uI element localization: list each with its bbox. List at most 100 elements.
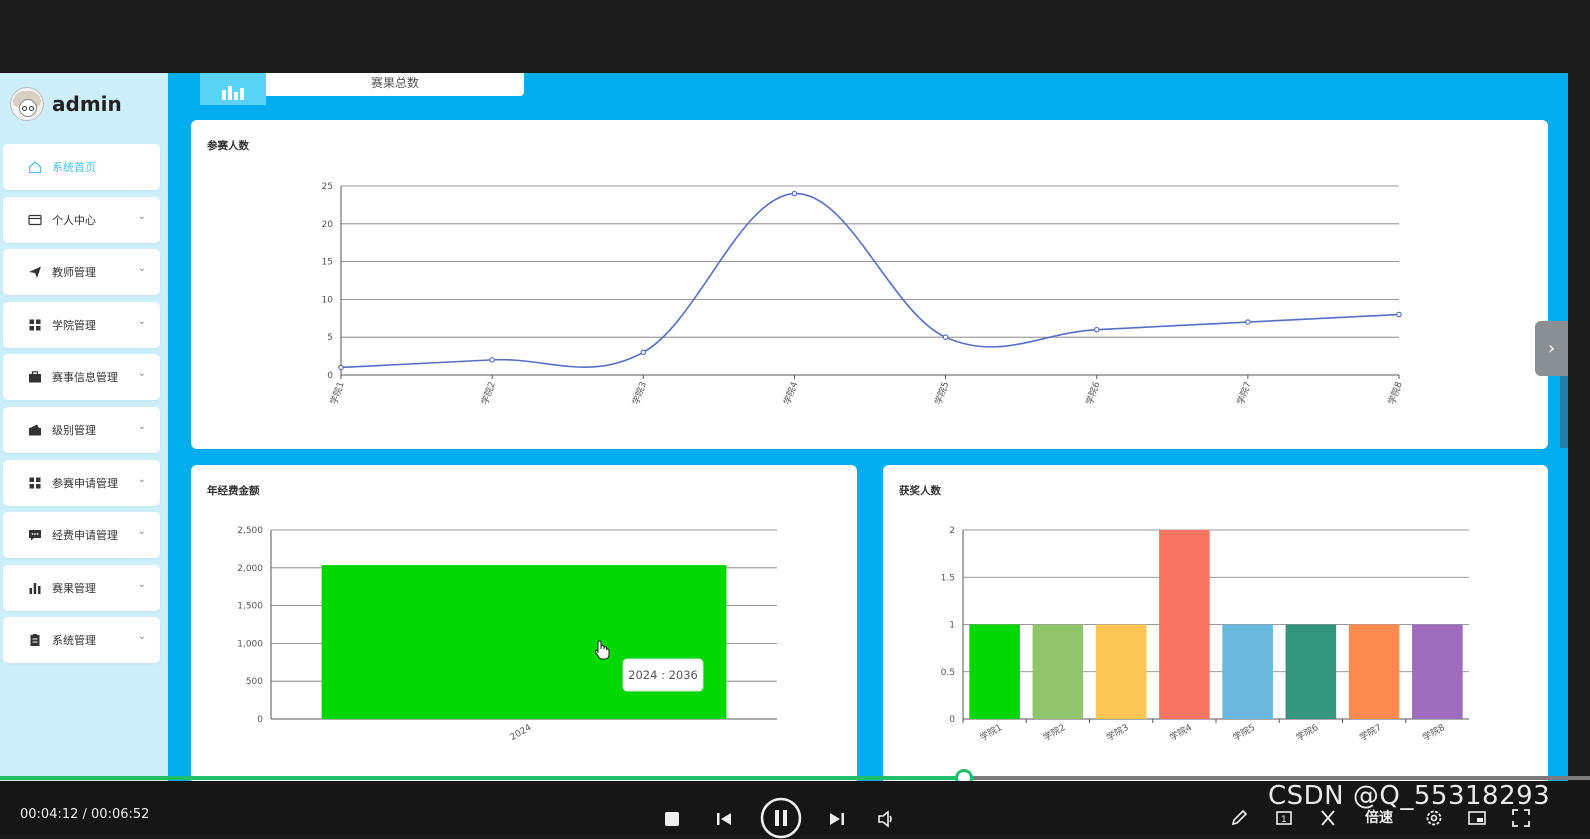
chevron-down-icon: ⌄ (137, 315, 146, 327)
bar (321, 565, 727, 719)
loop-icon: 1 (1276, 811, 1292, 825)
y-tick-label: 0.5 (941, 668, 955, 678)
sidebar-item-8[interactable]: 经费申请管理 ⌄ (3, 512, 160, 559)
next-icon (830, 813, 844, 825)
stop-icon (665, 812, 679, 826)
bar (1285, 624, 1337, 719)
grid-icon (27, 317, 43, 333)
y-tick-label: 20 (322, 220, 334, 230)
sidebar-item-2[interactable]: 个人中心 ⌄ (3, 196, 160, 243)
sidebar-item-label: 参赛申请管理 (52, 476, 118, 490)
wallet-icon (27, 422, 43, 438)
bar (1159, 530, 1210, 719)
x-tick-label: 学院7 (1357, 721, 1384, 743)
y-tick-label: 2 (949, 526, 955, 536)
bar-chart-icon (222, 86, 244, 100)
sidebar-item-7[interactable]: 参赛申请管理 ⌄ (3, 459, 160, 506)
x-tick-label: 学院8 (1420, 721, 1447, 743)
sidebar-item-3[interactable]: 教师管理 ⌄ (3, 249, 160, 296)
x-tick-label: 学院1 (978, 721, 1005, 743)
sidebar-item-10[interactable]: 系统管理 ⌄ (3, 617, 160, 664)
x-tick-label: 学院6 (1294, 721, 1321, 743)
x-tick-label: 学院5 (932, 380, 951, 406)
pause-icon (760, 797, 802, 839)
brand: admin (10, 87, 122, 121)
picture-in-picture-icon (1468, 811, 1486, 825)
x-tick-label: 学院1 (327, 380, 346, 406)
data-point (338, 364, 344, 371)
x-tick-label: 2024 (509, 723, 534, 743)
previous-icon (717, 813, 731, 825)
y-tick-label: 0 (327, 371, 333, 381)
data-point (1093, 326, 1100, 333)
admin-app: admin 系统首页 个人中心 ⌄ 教师管理 ⌄ 学院管理 ⌄ 赛事信息管理 ⌄ 级别管理 ⌄ 参赛申… (0, 73, 1568, 781)
previous-button[interactable] (714, 809, 734, 829)
pen-button[interactable] (1228, 807, 1250, 829)
svg-text:1: 1 (1281, 815, 1287, 825)
sidebar-item-9[interactable]: 赛果管理 ⌄ (3, 564, 160, 611)
series-line (340, 192, 1400, 369)
sidebar-item-label: 学院管理 (52, 318, 96, 332)
sidebar-item-5[interactable]: 赛事信息管理 ⌄ (3, 354, 160, 401)
message-icon (27, 527, 43, 543)
y-tick-label: 5 (327, 333, 333, 343)
y-tick-label: 1 (949, 621, 955, 631)
chevron-down-icon: ⌄ (137, 526, 146, 538)
bar-chart-funding: 0 500 1,000 1,500 2,000 2,500 2024 2024 : 2036 (237, 526, 777, 743)
stop-button[interactable] (664, 811, 680, 827)
grid-icon (27, 475, 43, 491)
briefcase-icon (27, 369, 43, 385)
y-tick-label: 0 (949, 715, 955, 725)
bar (1032, 624, 1084, 719)
x-tick-label: 学院4 (1167, 721, 1194, 743)
bar-chart-icon (27, 580, 43, 596)
chevron-down-icon: ⌄ (137, 420, 146, 432)
volume-icon (878, 810, 892, 828)
y-tick-label: 2,000 (237, 564, 263, 574)
scissors-icon (1321, 810, 1335, 826)
side-expand-tab[interactable]: › (1535, 321, 1568, 376)
sidebar-item-label: 教师管理 (52, 266, 96, 280)
y-tick-label: 1,500 (237, 602, 263, 612)
sidebar-item-label: 系统首页 (52, 161, 96, 174)
chevron-down-icon: ⌄ (137, 631, 146, 643)
x-tick-label: 学院2 (479, 380, 498, 406)
avatar[interactable] (10, 87, 44, 121)
data-point (489, 357, 495, 363)
sidebar-item-4[interactable]: 学院管理 ⌄ (3, 301, 160, 348)
x-tick-label: 学院5 (1231, 721, 1258, 743)
stat-icon-box (200, 73, 266, 105)
data-point (791, 190, 798, 197)
gear-icon (1426, 810, 1442, 826)
x-tick-label: 学院3 (630, 380, 649, 406)
screen: admin 系统首页 个人中心 ⌄ 教师管理 ⌄ 学院管理 ⌄ 赛事信息管理 ⌄ 级别管理 ⌄ 参赛申… (0, 0, 1590, 839)
pause-button[interactable] (760, 797, 802, 839)
video-time: 00:04:12 / 00:06:52 (20, 807, 150, 822)
y-tick-label: 500 (246, 677, 263, 687)
id-card-icon (27, 212, 43, 228)
chart-card-award-winners: 获奖人数 0 0.5 1 1.5 2 学院1 学院2 学院3 学院4 学院5 学院6 学院7 学院8 (883, 465, 1548, 781)
next-button[interactable] (827, 809, 847, 829)
sidebar-item-6[interactable]: 级别管理 ⌄ (3, 406, 160, 453)
top-black-bar (0, 0, 1590, 73)
x-tick-label: 学院3 (1104, 721, 1131, 743)
chevron-down-icon: ⌄ (137, 578, 146, 590)
data-point (1396, 311, 1402, 318)
line-chart-participants: 0 5 10 15 20 25 学院1 学院2 学院3 学院4 学院5 学院6 学院7 学院8 (322, 182, 1405, 406)
stat-label: 赛果总数 (370, 76, 419, 90)
y-tick-label: 1.5 (941, 573, 955, 583)
volume-button[interactable] (876, 809, 896, 829)
chart-tooltip: 2024 : 2036 (622, 658, 704, 692)
bar (1095, 624, 1147, 719)
sidebar-item-1[interactable]: 系统首页 (3, 144, 160, 190)
video-progress-bar[interactable] (0, 769, 1590, 787)
x-tick-label: 学院7 (1234, 380, 1253, 406)
sidebar-item-label: 赛事信息管理 (52, 371, 118, 385)
sidebar-item-label: 个人中心 (52, 213, 96, 227)
data-point (1245, 319, 1251, 325)
chevron-down-icon: ⌄ (137, 473, 146, 485)
bar-chart-awards: 0 0.5 1 1.5 2 学院1 学院2 学院3 学院4 学院5 学院6 学院7 学院8 (941, 526, 1469, 743)
watermark: CSDN @Q_55318293 (1268, 781, 1551, 811)
y-tick-label: 2,500 (237, 526, 263, 536)
chart-card-annual-funding: 年经费金额 0 500 1,000 1,500 2,000 2,500 2024 2024 :… (191, 465, 857, 781)
